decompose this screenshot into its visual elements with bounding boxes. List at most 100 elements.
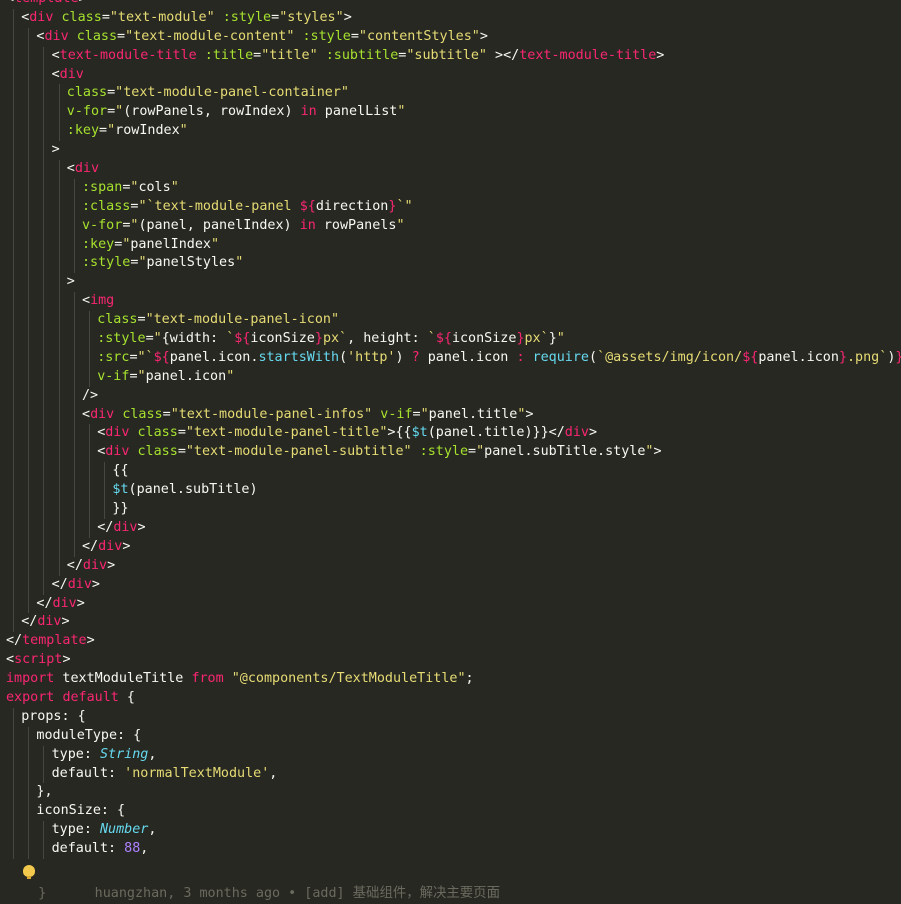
- indent-guide: [28, 160, 30, 179]
- code-editor[interactable]: <template><div class="text-module" :styl…: [0, 0, 901, 859]
- code-token: from: [191, 671, 224, 687]
- code-line[interactable]: default: 88,: [0, 840, 901, 859]
- code-line[interactable]: :style="{width: `${iconSize}px`, height:…: [0, 330, 901, 349]
- code-token: >: [91, 576, 100, 592]
- code-line[interactable]: :key="panelIndex": [0, 235, 901, 255]
- indent-guide: [13, 216, 14, 236]
- code-line[interactable]: <template>: [0, 0, 901, 9]
- code-token: div: [98, 538, 123, 554]
- code-line[interactable]: />: [0, 386, 901, 406]
- code-token: "styles": [279, 9, 344, 25]
- indent-guide: [89, 424, 90, 444]
- code-token: :class: [82, 198, 131, 214]
- code-line[interactable]: }}: [0, 500, 901, 519]
- code-token: import: [6, 671, 55, 687]
- code-token: "text-module-panel-container": [115, 85, 349, 101]
- code-token: div: [105, 444, 130, 460]
- code-line[interactable]: {{: [0, 462, 901, 482]
- code-line[interactable]: export default {: [0, 689, 901, 708]
- code-line[interactable]: class="text-module-panel-icon": [0, 311, 901, 331]
- code-token: v-if: [97, 368, 130, 384]
- code-line[interactable]: <script>: [0, 651, 901, 670]
- indent-guide: [28, 462, 30, 482]
- code-line[interactable]: iconSize: {: [0, 802, 901, 822]
- code-token: (rowPanels, rowIndex): [123, 104, 301, 120]
- indent-guide: [58, 84, 60, 104]
- code-line[interactable]: >: [0, 141, 901, 161]
- code-line[interactable]: type: Number,: [0, 821, 901, 841]
- code-token: ${: [299, 198, 316, 214]
- indent-guide: [43, 46, 45, 66]
- code-token: =: [253, 47, 262, 63]
- code-line[interactable]: :span="cols": [0, 178, 901, 198]
- code-line[interactable]: :key="rowIndex": [0, 122, 901, 142]
- code-line[interactable]: <div class="text-module-content" :style=…: [0, 27, 901, 47]
- code-line[interactable]: moduleType: {: [0, 726, 901, 746]
- code-token: panelList: [316, 104, 398, 120]
- code-line[interactable]: v-for="(panel, panelIndex) in rowPanels": [0, 216, 901, 236]
- indent-guide: [13, 462, 14, 482]
- code-token: :style: [302, 28, 351, 44]
- code-token: </: [66, 557, 83, 573]
- indent-guide: [104, 500, 106, 519]
- code-token: />: [82, 387, 99, 403]
- indent-guide: [58, 405, 60, 425]
- code-line[interactable]: v-if="panel.icon": [0, 367, 901, 387]
- code-line[interactable]: </div>: [0, 518, 901, 538]
- code-line[interactable]: <div class="text-module-panel-title">{{$…: [0, 424, 901, 444]
- code-line[interactable]: >: [0, 273, 901, 293]
- indent-guide: [58, 235, 60, 255]
- code-token: props:: [21, 708, 78, 724]
- code-line[interactable]: </div>: [0, 613, 901, 633]
- code-line[interactable]: <text-module-title :title="title" :subti…: [0, 46, 901, 66]
- indent-guide: [28, 141, 30, 161]
- indent-guide: [43, 197, 45, 217]
- code-line[interactable]: import textModuleTitle from "@components…: [0, 670, 901, 689]
- code-line[interactable]: :src="`${panel.icon.startsWith('http') ?…: [0, 348, 901, 368]
- code-token: >: [61, 614, 70, 630]
- indent-guide: [73, 348, 75, 368]
- code-line[interactable]: </div>: [0, 594, 901, 614]
- code-line[interactable]: :style="panelStyles": [0, 254, 901, 274]
- code-token: div: [67, 576, 92, 592]
- code-line[interactable]: <img: [0, 292, 901, 312]
- code-token: ${: [234, 331, 251, 347]
- code-token: ?: [411, 349, 420, 365]
- indent-guide: [28, 481, 30, 501]
- code-line[interactable]: <div class="text-module-panel-subtitle" …: [0, 443, 901, 463]
- blame-text: } huangzhan, 3 months ago • [add] 基础组件，解…: [22, 886, 500, 902]
- code-line[interactable]: </div>: [0, 537, 901, 557]
- code-line[interactable]: </template>: [0, 632, 901, 651]
- code-token: panel.icon: [758, 349, 839, 365]
- code-line[interactable]: <div class="text-module-panel-infos" v-i…: [0, 405, 901, 425]
- code-line[interactable]: class="text-module-panel-container": [0, 84, 901, 104]
- code-token: "text-module-panel-icon": [145, 312, 340, 328]
- lightbulb-icon[interactable]: [23, 865, 35, 879]
- code-token: require: [532, 349, 589, 365]
- code-line[interactable]: v-for= " (rowPanels, rowIndex) in panelLis…: [0, 103, 901, 123]
- code-line[interactable]: <div: [0, 160, 901, 179]
- code-line[interactable]: </div>: [0, 556, 901, 576]
- indent-guide: [28, 235, 30, 255]
- code-line[interactable]: $t(panel.subTitle): [0, 481, 901, 501]
- code-line[interactable]: <div: [0, 65, 901, 85]
- code-token: px`: [322, 331, 348, 347]
- code-line[interactable]: },: [0, 783, 901, 803]
- indent-guide: [13, 613, 14, 633]
- indent-guide: [43, 122, 45, 142]
- code-line[interactable]: type: String,: [0, 745, 901, 765]
- code-line[interactable]: :class="`text-module-panel ${direction}`…: [0, 197, 901, 217]
- code-token: </: [51, 576, 68, 592]
- code-line[interactable]: </div>: [0, 575, 901, 595]
- code-line[interactable]: default: 'normalTextModule',: [0, 764, 901, 784]
- code-line[interactable]: props: {: [0, 707, 901, 727]
- code-token: =: [412, 406, 421, 422]
- code-token: , height:: [347, 331, 428, 347]
- code-token: <: [51, 66, 60, 82]
- code-token: ,: [148, 746, 157, 762]
- indent-guide: [43, 65, 45, 85]
- code-line[interactable]: <div class="text-module" :style="styles"…: [0, 8, 901, 28]
- code-token: template: [22, 633, 87, 649]
- code-token: template: [14, 0, 79, 6]
- indent-guide: [43, 424, 45, 444]
